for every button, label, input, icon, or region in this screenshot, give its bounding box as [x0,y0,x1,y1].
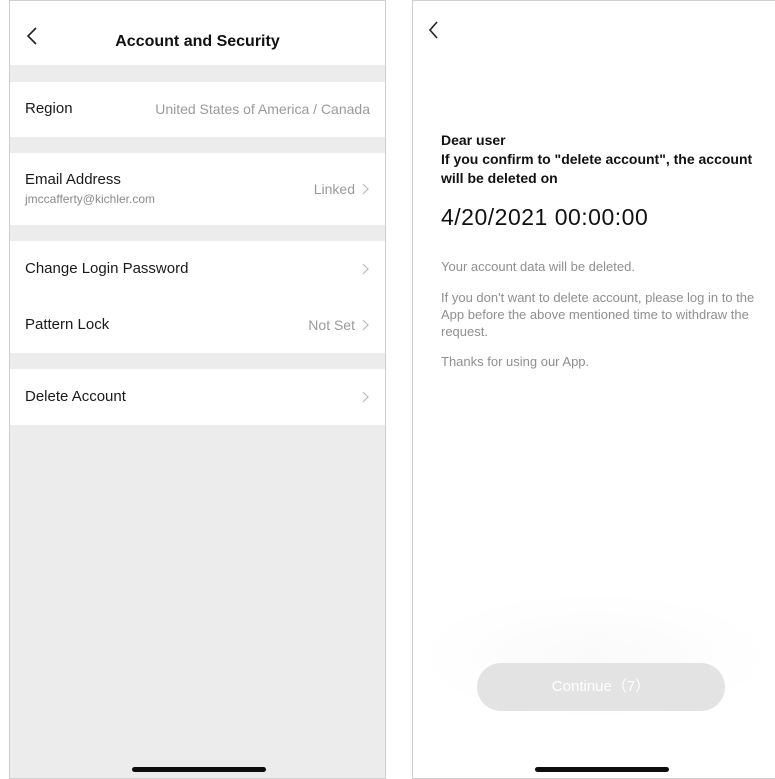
chevron-left-icon [428,21,438,39]
account-security-screen: Account and Security Region United State… [9,0,386,779]
pattern-lock-row[interactable]: Pattern Lock Not Set [10,297,385,353]
chevron-right-icon [362,263,370,275]
nav-bar: Account and Security [10,1,385,65]
greeting-text: Dear user [441,132,506,148]
delete-account-label: Delete Account [25,388,126,405]
region-value: United States of America / Canada [155,101,370,117]
continue-button[interactable]: Continue（7） [477,663,725,711]
region-label: Region [25,100,73,117]
pattern-lock-label: Pattern Lock [25,316,110,333]
page-title: Account and Security [115,33,280,50]
change-password-label: Change Login Password [25,260,189,277]
email-address: jmccafferty@kichler.com [25,192,155,206]
info-text: Thanks for using our App. [441,354,590,369]
back-button[interactable] [425,20,445,40]
region-row[interactable]: Region United States of America / Canada [10,82,385,137]
confirm-text: If you confirm to "delete account", the … [441,151,753,186]
info-text: Your account data will be deleted. [441,259,635,274]
home-indicator [132,767,266,772]
email-label: Email Address [25,171,121,188]
chevron-right-icon [362,183,370,195]
change-password-row[interactable]: Change Login Password [10,241,385,297]
confirmation-message: Dear user If you confirm to "delete acco… [441,131,757,188]
info-text: If you don't want to delete account, ple… [441,290,755,339]
chevron-right-icon [362,319,370,331]
delete-account-confirm-screen: Dear user If you confirm to "delete acco… [412,0,775,779]
email-row[interactable]: Email Address jmccafferty@kichler.com Li… [10,153,385,225]
chevron-right-icon [362,391,370,403]
delete-account-row[interactable]: Delete Account [10,369,385,425]
email-status: Linked [313,181,355,197]
home-indicator [535,767,669,772]
deletion-date: 4/20/2021 00:00:00 [441,204,649,230]
pattern-lock-status: Not Set [308,317,355,333]
